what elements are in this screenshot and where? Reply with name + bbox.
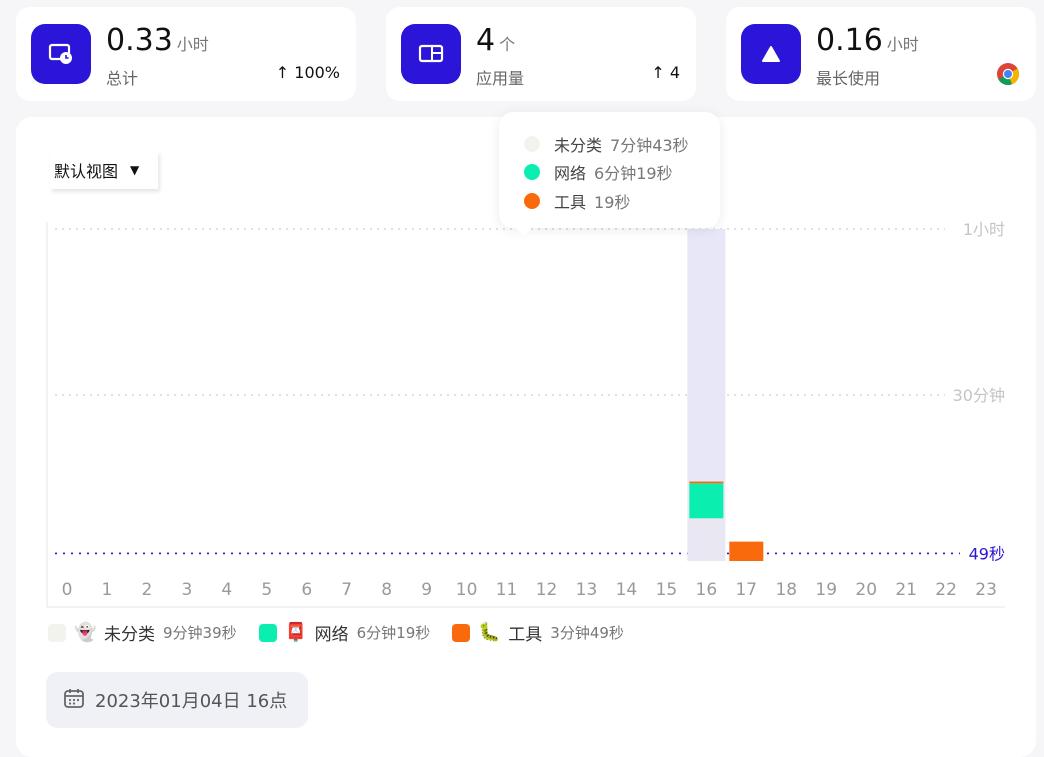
- chart-tooltip: 未分类 7分钟43秒 网络 6分钟19秒 工具 19秒: [499, 112, 720, 236]
- x-tick-label: 8: [381, 580, 392, 600]
- tooltip-row: 工具 19秒: [524, 189, 630, 213]
- x-tick-label: 0: [62, 580, 73, 600]
- tooltip-value: 19秒: [594, 193, 631, 212]
- tooltip-row: 网络 6分钟19秒: [524, 160, 673, 184]
- x-tick-label: 21: [895, 580, 917, 600]
- average-label: 49秒: [969, 544, 1005, 563]
- bug-icon: 🐛: [478, 622, 501, 643]
- x-tick-label: 23: [975, 580, 997, 600]
- x-tick-label: 16: [696, 580, 718, 600]
- y-tick-label: 1小时: [963, 220, 1005, 239]
- tooltip-name: 网络: [554, 164, 587, 183]
- date-picker-button[interactable]: 2023年01月04日 16点: [46, 672, 308, 728]
- x-tick-label: 13: [576, 580, 598, 600]
- y-tick-label: 30分钟: [953, 386, 1005, 405]
- legend-item[interactable]: 👻 未分类 9分钟39秒: [48, 620, 237, 645]
- bar-segment: [689, 483, 724, 519]
- legend-name: 工具: [508, 625, 543, 645]
- legend-value: 3分钟49秒: [550, 624, 624, 642]
- x-tick-label: 10: [456, 580, 478, 600]
- postbox-icon: 📮: [284, 622, 308, 643]
- series-dot: [524, 193, 540, 209]
- legend-swatch: [48, 623, 66, 642]
- x-tick-label: 1: [102, 580, 113, 600]
- bar-segment: [729, 541, 764, 561]
- tooltip-arrow: [516, 228, 532, 236]
- x-tick-label: 2: [142, 580, 153, 600]
- x-tick-label: 3: [181, 580, 192, 600]
- legend-swatch: [258, 623, 277, 642]
- ghost-icon: 👻: [74, 622, 97, 643]
- series-dot: [524, 136, 540, 152]
- tooltip-name: 未分类: [554, 136, 603, 155]
- tooltip-row: 未分类 7分钟43秒: [524, 132, 689, 156]
- x-tick-label: 19: [815, 580, 837, 600]
- legend-value: 9分钟39秒: [163, 624, 237, 642]
- x-tick-label: 11: [496, 580, 518, 600]
- tooltip-name: 工具: [554, 193, 587, 212]
- calendar-icon: [63, 687, 85, 714]
- series-dot: [524, 164, 540, 180]
- x-tick-label: 22: [935, 580, 957, 600]
- bar-segment: [689, 518, 724, 561]
- legend-swatch: [452, 623, 471, 642]
- tooltip-value: 7分钟43秒: [610, 136, 689, 155]
- x-tick-label: 20: [855, 580, 877, 600]
- x-tick-label: 12: [536, 580, 558, 600]
- legend-item[interactable]: 📮 网络 6分钟19秒: [258, 620, 431, 645]
- x-tick-label: 9: [421, 580, 432, 600]
- legend-name: 网络: [314, 625, 349, 645]
- x-tick-label: 6: [301, 580, 312, 600]
- x-tick-label: 17: [735, 580, 757, 600]
- x-tick-label: 5: [261, 580, 272, 600]
- legend-item[interactable]: 🐛 工具 3分钟49秒: [452, 620, 624, 645]
- x-tick-label: 15: [656, 580, 678, 600]
- x-tick-label: 4: [221, 580, 232, 600]
- chart-legend: 👻 未分类 9分钟39秒 📮 网络 6分钟19秒 🐛 工具 3分钟49秒: [48, 620, 646, 645]
- legend-value: 6分钟19秒: [356, 624, 431, 642]
- legend-name: 未分类: [104, 625, 155, 645]
- x-tick-label: 14: [616, 580, 638, 600]
- date-picker-label: 2023年01月04日 16点: [95, 691, 288, 712]
- bar-segment: [689, 481, 724, 484]
- x-tick-label: 18: [775, 580, 797, 600]
- x-tick-label: 7: [341, 580, 352, 600]
- tooltip-value: 6分钟19秒: [594, 164, 673, 183]
